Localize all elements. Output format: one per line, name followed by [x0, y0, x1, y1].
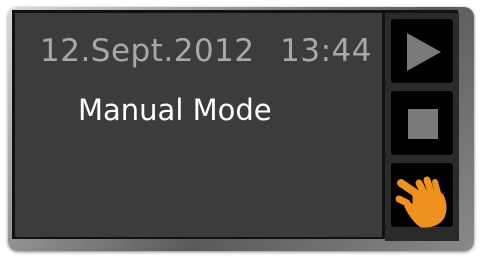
- date-display: 12.Sept.2012: [40, 33, 255, 69]
- play-button[interactable]: [390, 18, 454, 84]
- hand-pointer-icon: [395, 176, 447, 228]
- mode-label: Manual Mode: [78, 93, 272, 127]
- play-icon: [407, 33, 441, 71]
- time-display: 13:44: [280, 33, 372, 69]
- display-screen: 12.Sept.2012 13:44 Manual Mode: [15, 13, 382, 237]
- manual-mode-button[interactable]: [390, 162, 454, 228]
- stop-button[interactable]: [390, 90, 454, 156]
- stop-icon: [408, 109, 438, 139]
